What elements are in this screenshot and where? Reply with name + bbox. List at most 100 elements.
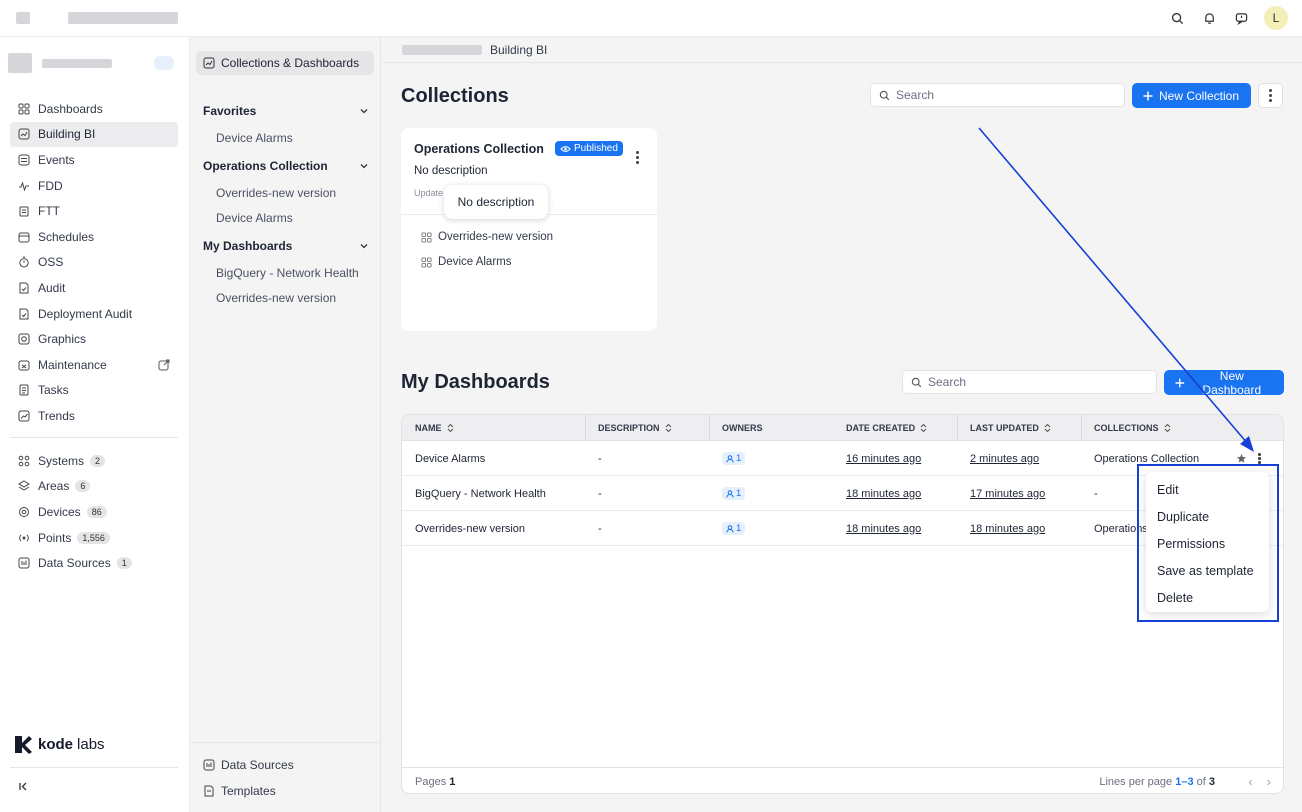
card-description: No description <box>414 165 488 177</box>
col-header-last-updated[interactable]: LAST UPDATED <box>970 415 1051 441</box>
nav-item-data-sources[interactable]: Data Sources 1 <box>10 550 178 576</box>
kebab-icon <box>1269 89 1272 102</box>
cell-owners[interactable]: 1 <box>722 511 746 546</box>
col-header-date-created[interactable]: DATE CREATED <box>846 415 927 441</box>
nav-item-ftt[interactable]: FTT <box>10 198 178 224</box>
cell-owners[interactable]: 1 <box>722 476 746 511</box>
table-footer: Pages 1 Lines per page 1–3 of 3 ‹ › <box>402 767 1283 793</box>
template-icon <box>204 785 214 797</box>
cell-last-updated: 2 minutes ago <box>970 452 1040 465</box>
pulse-icon <box>19 180 29 192</box>
collections-search-input[interactable] <box>896 88 1096 102</box>
count-badge: 1,556 <box>77 531 110 544</box>
external-link-icon[interactable] <box>158 359 170 371</box>
image-icon <box>18 333 30 345</box>
section-my-dashboards[interactable]: My Dashboards <box>203 239 369 253</box>
panel-item[interactable]: Overrides-new version <box>216 291 336 305</box>
nav-item-fdd[interactable]: FDD <box>10 173 178 199</box>
published-badge: Published <box>555 141 623 156</box>
owner-badge[interactable]: 1 <box>722 487 746 500</box>
cell-description: - <box>598 522 602 535</box>
panel-footer-data-sources[interactable]: Data Sources <box>203 758 294 772</box>
nav-item-dashboards[interactable]: Dashboards <box>10 96 178 122</box>
nav-item-oss[interactable]: OSS <box>10 250 178 276</box>
nav-item-building-bi[interactable]: Building BI <box>10 121 178 148</box>
nav-item-events[interactable]: Events <box>10 147 178 173</box>
sort-icon <box>447 423 453 433</box>
top-bar: L <box>0 0 1302 37</box>
section-favorites[interactable]: Favorites <box>203 104 369 118</box>
breadcrumb-parent-blurred[interactable] <box>402 45 482 55</box>
cell-owners[interactable]: 1 <box>722 441 746 476</box>
card-more-button[interactable] <box>636 143 639 164</box>
chevron-down-icon <box>360 164 368 169</box>
col-header-collections[interactable]: COLLECTIONS <box>1094 415 1171 441</box>
nav-item-deployment-audit[interactable]: Deployment Audit <box>10 301 178 327</box>
collection-card[interactable]: Operations Collection Published No descr… <box>401 128 657 331</box>
collections-panel: Collections & Dashboards Favorites Devic… <box>191 37 381 812</box>
panel-item[interactable]: Device Alarms <box>216 131 293 145</box>
nav-item-devices[interactable]: Devices 86 <box>10 499 178 525</box>
cell-last-updated: 17 minutes ago <box>970 487 1046 500</box>
bell-icon[interactable] <box>1200 9 1218 27</box>
nav-item-schedules[interactable]: Schedules <box>10 224 178 250</box>
nav-item-trends[interactable]: Trends <box>10 403 178 429</box>
nav-item-graphics[interactable]: Graphics <box>10 326 178 352</box>
cell-description: - <box>598 452 602 465</box>
col-header-name[interactable]: NAME <box>415 415 454 441</box>
nav-item-maintenance[interactable]: Maintenance <box>10 352 178 378</box>
app-logo-blurred <box>16 12 30 24</box>
org-switcher[interactable] <box>8 49 178 77</box>
section-operations-collection[interactable]: Operations Collection <box>203 159 369 173</box>
dashboards-search-input[interactable] <box>928 375 1128 389</box>
search-icon <box>879 90 890 100</box>
sort-icon <box>1164 423 1170 433</box>
cell-name[interactable]: Device Alarms <box>415 441 485 476</box>
owner-badge[interactable]: 1 <box>722 522 746 535</box>
prev-page-icon[interactable]: ‹ <box>1248 774 1252 789</box>
list-icon <box>18 154 30 166</box>
grid-icon <box>421 256 432 268</box>
timer-icon <box>19 256 29 268</box>
owner-badge[interactable]: 1 <box>722 452 746 465</box>
count-badge: 2 <box>90 454 106 467</box>
nav-item-points[interactable]: Points 1,556 <box>10 525 178 551</box>
panel-item[interactable]: Overrides-new version <box>216 186 336 200</box>
cell-name[interactable]: Overrides-new version <box>415 511 525 546</box>
nav-item-audit[interactable]: Audit <box>10 275 178 301</box>
table-header: NAME DESCRIPTION OWNERS DATE CREATED LAS… <box>402 415 1283 441</box>
search-icon[interactable] <box>1168 9 1186 27</box>
collapse-sidebar-button[interactable] <box>18 781 29 795</box>
wrench-icon <box>18 360 30 371</box>
count-badge: 6 <box>75 480 91 493</box>
user-icon <box>726 524 734 533</box>
kebab-icon <box>636 151 639 164</box>
cell-name[interactable]: BigQuery - Network Health <box>415 476 546 511</box>
new-dashboard-button[interactable]: New Dashboard <box>1164 369 1284 397</box>
new-collection-button[interactable]: New Collection <box>1132 83 1251 108</box>
lines-per-page: Lines per page 1–3 of 3 <box>1099 776 1215 788</box>
collections-search[interactable] <box>870 83 1125 107</box>
dashboards-search[interactable] <box>902 370 1157 394</box>
nav-item-tasks[interactable]: Tasks <box>10 378 178 404</box>
user-avatar[interactable]: L <box>1264 6 1288 30</box>
collections-more-button[interactable] <box>1258 83 1283 108</box>
panel-footer-templates[interactable]: Templates <box>203 784 276 798</box>
plus-icon <box>1175 378 1185 387</box>
nav-item-areas[interactable]: Areas 6 <box>10 474 178 500</box>
chat-icon[interactable] <box>1232 9 1250 27</box>
next-page-icon[interactable]: › <box>1267 774 1271 789</box>
nav-item-systems[interactable]: Systems 2 <box>10 448 178 474</box>
cell-date-created: 18 minutes ago <box>846 522 922 535</box>
card-dashboard-item[interactable]: Overrides-new version <box>421 231 553 243</box>
sort-icon <box>1044 423 1051 433</box>
kodelabs-logo: kode labs <box>12 733 105 755</box>
audit-icon <box>19 282 29 294</box>
panel-header[interactable]: Collections & Dashboards <box>196 51 374 75</box>
col-header-description[interactable]: DESCRIPTION <box>598 415 672 441</box>
panel-item[interactable]: BigQuery - Network Health <box>216 266 359 280</box>
card-dashboard-item[interactable]: Device Alarms <box>421 256 512 268</box>
cell-last-updated: 18 minutes ago <box>970 522 1046 535</box>
panel-item[interactable]: Device Alarms <box>216 211 293 225</box>
card-title[interactable]: Operations Collection <box>414 142 544 156</box>
